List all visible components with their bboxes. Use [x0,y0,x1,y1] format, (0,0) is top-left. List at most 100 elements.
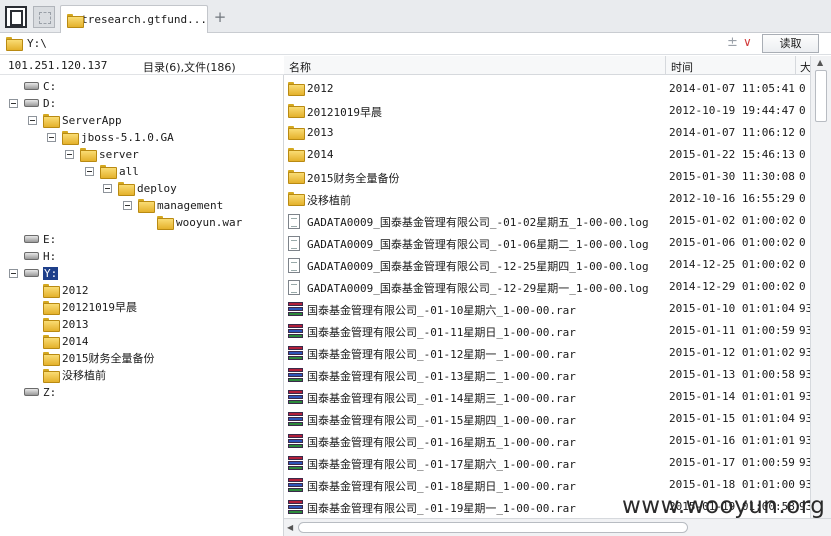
folder-icon [80,148,97,162]
tree-collapse-toggle[interactable] [9,269,18,278]
tree-node[interactable]: C: [24,78,56,94]
file-row[interactable]: 没移植前 2012-10-16 16:55:29 0 [284,188,810,210]
file-name: 国泰基金管理有限公司_-01-13星期二_1-00-00.rar [307,370,576,383]
inactive-tab-button[interactable] [33,6,55,28]
file-size: 0 [799,192,806,205]
archive-icon [288,434,303,449]
tree-node-label: server [99,147,139,161]
file-row[interactable]: 国泰基金管理有限公司_-01-15星期四_1-00-00.rar 2015-01-… [284,408,810,430]
horizontal-scrollbar[interactable]: ◀ [284,518,831,536]
panel-toggle-button[interactable] [5,6,27,28]
read-button[interactable]: 读取 [762,34,819,53]
folder-icon [288,82,305,96]
tree-node[interactable]: ServerApp [43,112,122,128]
file-row[interactable]: GADATA0009_国泰基金管理有限公司_-12-25星期四_1-00-00.… [284,254,810,276]
file-time: 2015-01-13 01:00:58 [669,368,795,381]
vertical-scrollbar[interactable]: ▲ [810,56,831,518]
column-divider[interactable] [795,56,796,75]
file-row[interactable]: 20121019早晨 2012-10-19 19:44:47 0 [284,100,810,122]
vertical-scroll-thumb[interactable] [815,70,827,122]
document-icon [288,214,300,229]
archive-icon [288,302,303,317]
tree-collapse-toggle[interactable] [9,99,18,108]
tree-node[interactable]: 2013 [43,316,89,332]
file-row[interactable]: 2014 2015-01-22 15:46:13 0 [284,144,810,166]
tree-node[interactable]: wooyun.war [157,214,242,230]
file-row[interactable]: 国泰基金管理有限公司_-01-14星期三_1-00-00.rar 2015-01-… [284,386,810,408]
tree-node[interactable]: jboss-5.1.0.GA [62,129,174,145]
file-row[interactable]: GADATA0009_国泰基金管理有限公司_-01-02星期五_1-00-00.… [284,210,810,232]
tree-collapse-toggle[interactable] [65,150,74,159]
column-name-header[interactable]: 名称 [289,59,311,75]
column-time-header[interactable]: 时间 [671,59,693,75]
tree-collapse-toggle[interactable] [85,167,94,176]
file-name: 2014 [307,148,334,161]
tab-strip: gtresearch.gtfund... + [0,0,831,33]
tree-node[interactable]: Z: [24,384,56,400]
tree-collapse-toggle[interactable] [123,201,132,210]
file-row[interactable]: GADATA0009_国泰基金管理有限公司_-01-06星期二_1-00-00.… [284,232,810,254]
path-input[interactable]: Y:\ [27,37,47,50]
file-name: 国泰基金管理有限公司_-01-17星期六_1-00-00.rar [307,458,576,471]
tree-node[interactable]: 20121019早晨 [43,299,137,315]
file-row[interactable]: GADATA0009_国泰基金管理有限公司_-12-29星期一_1-00-00.… [284,276,810,298]
tree-node[interactable]: all [100,163,139,179]
tree-node[interactable]: D: [24,95,56,111]
scroll-left-icon[interactable]: ◀ [287,523,293,532]
archive-icon [288,478,303,493]
file-row[interactable]: 国泰基金管理有限公司_-01-10星期六_1-00-00.rar 2015-01-… [284,298,810,320]
plus-minus-icon[interactable]: ± [727,35,738,50]
file-row[interactable]: 2013 2014-01-07 11:06:12 0 [284,122,810,144]
document-icon [288,236,300,251]
drive-icon [24,388,39,396]
tree-node[interactable]: 2014 [43,333,89,349]
file-row[interactable]: 2012 2014-01-07 11:05:41 0 [284,78,810,100]
file-row[interactable]: 国泰基金管理有限公司_-01-13星期二_1-00-00.rar 2015-01-… [284,364,810,386]
file-size: 93 [799,456,810,469]
tree-node[interactable]: deploy [118,180,177,196]
folder-icon [288,148,305,162]
tree-node-label: 2013 [62,317,89,331]
file-time: 2015-01-22 15:46:13 [669,148,795,161]
tree-collapse-toggle[interactable] [47,133,56,142]
horizontal-scroll-thumb[interactable] [298,522,688,533]
file-size: 0 [799,214,806,227]
folder-icon [100,165,117,179]
file-row[interactable]: 国泰基金管理有限公司_-01-12星期一_1-00-00.rar 2015-01-… [284,342,810,364]
tree-collapse-toggle[interactable] [28,116,37,125]
file-size: 0 [799,148,806,161]
file-row[interactable]: 国泰基金管理有限公司_-01-17星期六_1-00-00.rar 2015-01-… [284,452,810,474]
tree-node[interactable]: 2015财务全量备份 [43,350,155,366]
drive-icon [24,252,39,260]
file-row[interactable]: 国泰基金管理有限公司_-01-16星期五_1-00-00.rar 2015-01-… [284,430,810,452]
file-row[interactable]: 国泰基金管理有限公司_-01-11星期日_1-00-00.rar 2015-01-… [284,320,810,342]
tree-node[interactable]: 没移植前 [43,367,106,383]
file-size: 0 [799,104,806,117]
drive-icon [24,269,39,277]
tab-active[interactable]: gtresearch.gtfund... [60,5,208,33]
file-list: 2012 2014-01-07 11:05:41 0 20121019早晨 2012-1… [284,78,810,518]
address-bar: Y:\ ± ∨ 读取 [0,33,831,55]
tree-node[interactable]: H: [24,248,56,264]
folder-icon [288,170,305,184]
chevron-down-icon[interactable]: ∨ [743,35,752,49]
file-time: 2015-01-11 01:00:59 [669,324,795,337]
tree-node[interactable]: 2012 [43,282,89,298]
tree-collapse-toggle[interactable] [103,184,112,193]
column-divider[interactable] [665,56,666,75]
watermark: www.wooyun.org [622,493,826,519]
add-tab-button[interactable]: + [212,9,228,25]
tree-node[interactable]: Y: [24,265,59,281]
tree-node-label: 2014 [62,334,89,348]
folder-icon [157,216,174,230]
file-row[interactable]: 2015财务全量备份 2015-01-30 11:30:08 0 [284,166,810,188]
scroll-up-icon[interactable]: ▲ [817,58,823,67]
folder-icon [288,126,305,140]
directory-tree: C: D: ServerApp jboss-5.1.0.GA server all depl… [0,75,284,536]
tree-node[interactable]: E: [24,231,56,247]
tree-node[interactable]: management [138,197,223,213]
file-name: 国泰基金管理有限公司_-01-11星期日_1-00-00.rar [307,326,576,339]
document-icon [288,258,300,273]
info-row: 101.251.120.137 目录(6),文件(186) [0,56,284,75]
tree-node[interactable]: server [80,146,139,162]
